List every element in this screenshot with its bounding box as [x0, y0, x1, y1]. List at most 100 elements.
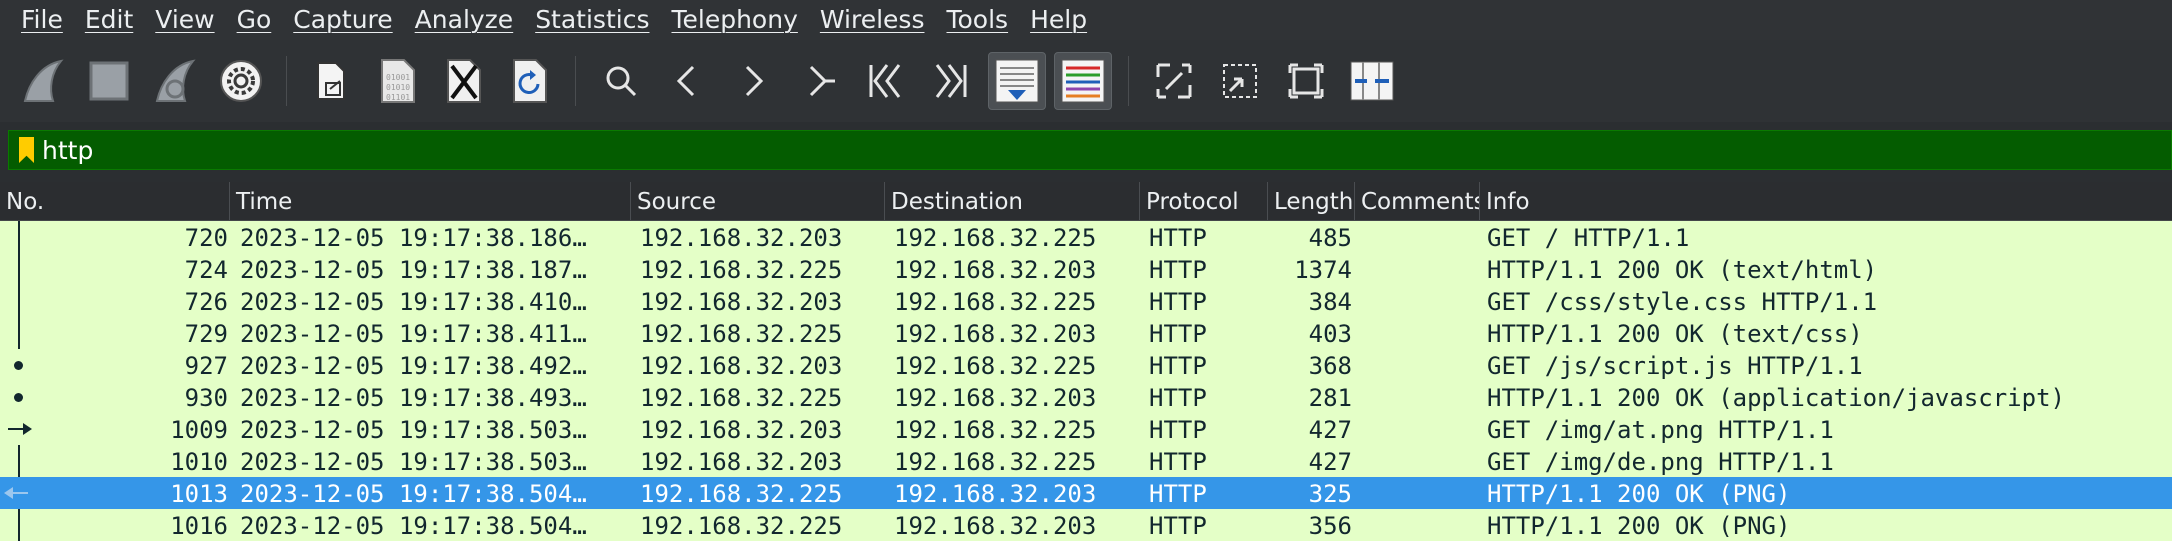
cell-info: HTTP/1.1 200 OK (PNG)	[1487, 480, 1791, 508]
cell-protocol: HTTP	[1149, 352, 1207, 380]
cell-protocol: HTTP	[1149, 448, 1207, 476]
cell-comments	[1362, 413, 1474, 445]
stop-capture-button[interactable]	[80, 52, 138, 110]
close-file-button[interactable]	[435, 52, 493, 110]
column-header-source[interactable]: Source	[631, 182, 885, 220]
column-header-time[interactable]: Time	[230, 182, 631, 220]
cell-protocol: HTTP	[1149, 320, 1207, 348]
cell-time: 2023-12-05 19:17:38.411…	[240, 320, 587, 348]
find-packet-button[interactable]	[592, 52, 650, 110]
cell-source: 192.168.32.203	[640, 352, 843, 380]
cell-destination: 192.168.32.225	[894, 448, 1097, 476]
cell-comments	[1362, 509, 1474, 541]
cell-protocol: HTTP	[1149, 256, 1207, 284]
resize-columns-button[interactable]	[1343, 52, 1401, 110]
table-row[interactable]: 1009 2023-12-05 19:17:38.503… 192.168.32.2…	[0, 413, 2172, 445]
start-capture-button[interactable]	[14, 52, 72, 110]
open-file-button[interactable]	[303, 52, 361, 110]
table-row[interactable]: 726 2023-12-05 19:17:38.410… 192.168.32.20…	[0, 285, 2172, 317]
zoom-in-button[interactable]	[1145, 52, 1203, 110]
table-row[interactable]: 927 2023-12-05 19:17:38.492… 192.168.32.20…	[0, 349, 2172, 381]
cell-destination: 192.168.32.203	[894, 256, 1097, 284]
colorize-icon	[1061, 59, 1105, 103]
menu-statistics[interactable]: Statistics	[524, 0, 660, 40]
bookmark-icon[interactable]	[19, 137, 34, 163]
reload-file-icon	[513, 59, 547, 103]
table-row[interactable]: 1010 2023-12-05 19:17:38.503… 192.168.32.2…	[0, 445, 2172, 477]
cell-comments	[1362, 221, 1474, 253]
menu-telephony[interactable]: Telephony	[660, 0, 808, 40]
cell-time: 2023-12-05 19:17:38.186…	[240, 224, 587, 252]
cell-info: HTTP/1.1 200 OK (text/css)	[1487, 320, 1863, 348]
cell-info: GET / HTTP/1.1	[1487, 224, 1690, 252]
cell-length: 427	[1308, 448, 1352, 476]
cell-time: 2023-12-05 19:17:38.503…	[240, 416, 587, 444]
cell-length: 485	[1308, 224, 1352, 252]
go-first-packet-button[interactable]	[856, 52, 914, 110]
menu-bar: File Edit View Go Capture Analyze Statis…	[0, 0, 2172, 41]
cell-info: HTTP/1.1 200 OK (PNG)	[1487, 512, 1791, 540]
column-header-protocol[interactable]: Protocol	[1140, 182, 1268, 220]
toolbar-separator	[575, 56, 576, 106]
go-forward-button[interactable]	[724, 52, 782, 110]
go-back-button[interactable]	[658, 52, 716, 110]
normal-size-button[interactable]	[1277, 52, 1335, 110]
column-header-info[interactable]: Info	[1480, 182, 2172, 220]
packet-list-header: No. Time Source Destination Protocol Len…	[0, 182, 2172, 221]
chevron-right-icon	[745, 65, 764, 97]
cell-info: GET /img/at.png HTTP/1.1	[1487, 416, 1834, 444]
cell-no: 1016	[170, 512, 228, 540]
table-row[interactable]: 1013 2023-12-05 19:17:38.504… 192.168.32.2…	[0, 477, 2172, 509]
cell-comments	[1362, 381, 1474, 413]
cell-source: 192.168.32.203	[640, 288, 843, 316]
table-row[interactable]: 729 2023-12-05 19:17:38.411… 192.168.32.22…	[0, 317, 2172, 349]
display-filter-bar	[8, 130, 2172, 170]
zoom-out-button[interactable]	[1211, 52, 1269, 110]
table-row[interactable]: 720 2023-12-05 19:17:38.186… 192.168.32.20…	[0, 221, 2172, 253]
menu-capture[interactable]: Capture	[282, 0, 403, 40]
cell-protocol: HTTP	[1149, 480, 1207, 508]
cell-destination: 192.168.32.203	[894, 512, 1097, 540]
column-header-comments[interactable]: Comments	[1355, 182, 1480, 220]
cell-no: 930	[184, 384, 228, 412]
save-file-button[interactable]: 01001 01010 01101	[369, 52, 427, 110]
menu-edit[interactable]: Edit	[74, 0, 144, 40]
menu-view[interactable]: View	[144, 0, 225, 40]
display-filter-input[interactable]	[42, 135, 2042, 165]
table-row[interactable]: 724 2023-12-05 19:17:38.187… 192.168.32.22…	[0, 253, 2172, 285]
go-to-packet-button[interactable]	[790, 52, 848, 110]
menu-analyze[interactable]: Analyze	[404, 0, 525, 40]
cell-source: 192.168.32.225	[640, 256, 843, 284]
svg-text:01010: 01010	[386, 83, 410, 92]
cell-time: 2023-12-05 19:17:38.410…	[240, 288, 587, 316]
table-row[interactable]: 1016 2023-12-05 19:17:38.504… 192.168.32.2…	[0, 509, 2172, 541]
cell-comments	[1362, 285, 1474, 317]
column-header-no[interactable]: No.	[0, 182, 230, 220]
cell-length: 384	[1308, 288, 1352, 316]
cell-no: 726	[184, 288, 228, 316]
cell-info: GET /css/style.css HTTP/1.1	[1487, 288, 1878, 316]
table-row[interactable]: 930 2023-12-05 19:17:38.493… 192.168.32.22…	[0, 381, 2172, 413]
cell-length: 1374	[1294, 256, 1352, 284]
go-last-packet-button[interactable]	[922, 52, 980, 110]
column-header-length[interactable]: Length	[1268, 182, 1355, 220]
cell-destination: 192.168.32.225	[894, 224, 1097, 252]
cell-no: 1010	[170, 448, 228, 476]
menu-help[interactable]: Help	[1019, 0, 1098, 40]
cell-length: 403	[1308, 320, 1352, 348]
column-header-destination[interactable]: Destination	[885, 182, 1140, 220]
capture-options-button[interactable]	[212, 52, 270, 110]
cell-destination: 192.168.32.203	[894, 384, 1097, 412]
cell-time: 2023-12-05 19:17:38.493…	[240, 384, 587, 412]
menu-go[interactable]: Go	[226, 0, 283, 40]
menu-file[interactable]: File	[0, 0, 74, 40]
restart-capture-button[interactable]	[146, 52, 204, 110]
cell-source: 192.168.32.225	[640, 512, 843, 540]
svg-text:01101: 01101	[386, 93, 410, 102]
autoscroll-toggle[interactable]	[988, 52, 1046, 110]
menu-tools[interactable]: Tools	[935, 0, 1019, 40]
colorize-toggle[interactable]	[1054, 52, 1112, 110]
chevron-left-icon	[676, 65, 695, 97]
reload-file-button[interactable]	[501, 52, 559, 110]
menu-wireless[interactable]: Wireless	[809, 0, 936, 40]
